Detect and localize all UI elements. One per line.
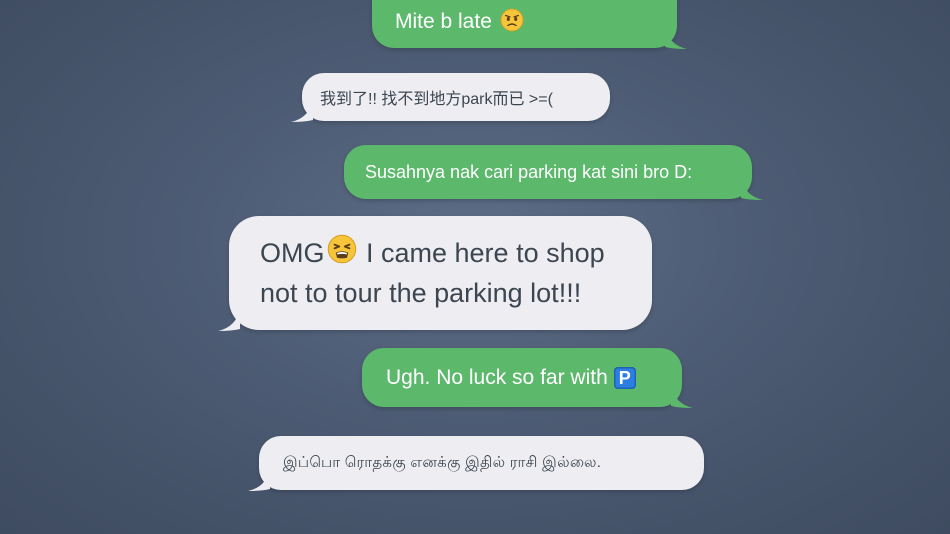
- message-text: Susahnya nak cari parking kat sini bro D…: [365, 161, 693, 182]
- message-text: Mite b late: [395, 10, 492, 33]
- message-bubble-received: OMG I came here to shop not to tour the …: [218, 216, 652, 331]
- worried-face-icon: [500, 8, 524, 37]
- parking-sign-icon: P: [613, 366, 636, 389]
- message-bubble-sent: Susahnya nak cari parking kat sini bro D…: [344, 145, 763, 200]
- message-bubble-sent: Ugh. No luck so far with P: [362, 348, 693, 408]
- message-text: Ugh. No luck so far with: [386, 365, 608, 389]
- message-text: 我到了!! 找不到地方park而已 >=(: [320, 91, 553, 108]
- message-line-2: not to tour the parking lot!!!: [260, 278, 582, 309]
- message-bubble-received: இப்பொ ரொதக்கு எனக்கு இதில் ராசி இல்லை.: [248, 436, 704, 491]
- message-bubble-sent: Mite b late: [372, 0, 687, 49]
- message-bubble-received: 我到了!! 找不到地方park而已 >=(: [291, 73, 610, 122]
- tired-face-icon: [327, 234, 357, 274]
- message-text: இப்பொ ரொதக்கு எனக்கு இதில் ராசி இல்லை.: [283, 453, 602, 471]
- message-line-1: OMG I came here to shop: [260, 234, 605, 275]
